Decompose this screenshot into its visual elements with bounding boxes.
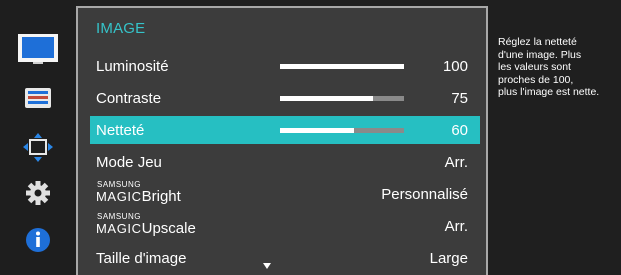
menu-item-value: Personnalisé bbox=[381, 186, 468, 203]
help-line: Réglez la netteté bbox=[498, 36, 577, 48]
menu-item-taille-image[interactable]: Taille d'image Large bbox=[90, 244, 480, 272]
menu-item-label: Netteté bbox=[96, 122, 145, 139]
menu-item-contraste[interactable]: Contraste 75 bbox=[90, 84, 480, 112]
image-menu-panel: IMAGE Luminosité 100 Contraste 75 Nettet… bbox=[76, 6, 488, 275]
menu-item-label-text: Upscale bbox=[141, 220, 196, 237]
menu-item-value: Arr. bbox=[444, 154, 468, 171]
menu-item-label: SAMSUNG MAGIC Upscale bbox=[96, 213, 196, 238]
menu-item-value: Large bbox=[429, 250, 468, 267]
menu-item-value: 60 bbox=[451, 122, 468, 139]
slider-fill bbox=[280, 96, 373, 101]
help-line: les valeurs sont bbox=[498, 61, 571, 73]
menu-item-label: Taille d'image bbox=[96, 250, 187, 267]
menu-title: IMAGE bbox=[96, 20, 146, 37]
menu-item-mode-jeu[interactable]: Mode Jeu Arr. bbox=[90, 148, 480, 176]
help-line: d'une image. Plus bbox=[498, 48, 582, 61]
menu-item-label: SAMSUNG MAGIC Bright bbox=[96, 181, 181, 206]
help-line: plus l'image est nette. bbox=[498, 86, 600, 98]
samsung-brand-text: SAMSUNG bbox=[97, 180, 141, 189]
samsung-brand-text: SAMSUNG bbox=[97, 212, 141, 221]
gear-icon[interactable] bbox=[18, 177, 58, 209]
contrast-slider[interactable] bbox=[280, 96, 404, 101]
menu-item-label: Luminosité bbox=[96, 58, 169, 75]
samsung-magic-logo: SAMSUNG MAGIC bbox=[96, 213, 142, 237]
help-panel: Réglez la netteté d'une image. Plus les … bbox=[490, 6, 621, 275]
osd-menu: IMAGE Luminosité 100 Contraste 75 Nettet… bbox=[0, 0, 621, 275]
info-icon[interactable] bbox=[18, 224, 58, 256]
menu-item-luminosite[interactable]: Luminosité 100 bbox=[90, 52, 480, 80]
help-line: proches de 100, bbox=[498, 73, 574, 86]
menu-item-magic-bright[interactable]: SAMSUNG MAGIC Bright Personnalisé bbox=[90, 180, 480, 208]
slider-fill bbox=[280, 128, 355, 133]
menu-item-nettete[interactable]: Netteté 60 bbox=[90, 116, 480, 144]
menu-item-label: Contraste bbox=[96, 90, 162, 107]
category-sidebar bbox=[0, 0, 76, 275]
monitor-picture-icon[interactable] bbox=[18, 34, 58, 66]
help-text: Réglez la netteté d'une image. Plus les … bbox=[498, 36, 621, 99]
position-arrows-icon[interactable] bbox=[18, 132, 58, 164]
menu-item-label: Mode Jeu bbox=[96, 154, 162, 171]
sharpness-slider[interactable] bbox=[280, 128, 404, 133]
menu-item-magic-upscale[interactable]: SAMSUNG MAGIC Upscale Arr. bbox=[90, 212, 480, 240]
samsung-magic-logo: SAMSUNG MAGIC bbox=[96, 181, 142, 205]
onscreen-display-icon[interactable] bbox=[18, 85, 58, 117]
menu-item-value: 75 bbox=[451, 90, 468, 107]
slider-fill bbox=[280, 64, 404, 69]
brightness-slider[interactable] bbox=[280, 64, 404, 69]
scroll-down-arrow-icon[interactable] bbox=[263, 263, 271, 269]
menu-item-value: Arr. bbox=[444, 218, 468, 235]
menu-item-label-text: Bright bbox=[141, 188, 181, 205]
menu-item-value: 100 bbox=[442, 58, 468, 75]
